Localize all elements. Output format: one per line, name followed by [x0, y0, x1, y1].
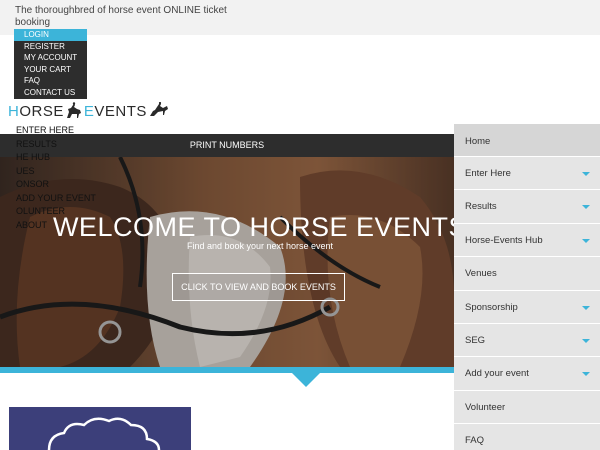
- mobile-menu-item[interactable]: HE HUB: [16, 151, 96, 165]
- chevron-down-icon: [582, 338, 590, 343]
- register-link[interactable]: REGISTER: [14, 40, 88, 53]
- mobile-menu-item[interactable]: RESULTS: [16, 138, 96, 152]
- mobile-menu-item[interactable]: UES: [16, 165, 96, 179]
- horse-rider-icon: [66, 102, 81, 118]
- faq-link[interactable]: FAQ: [14, 75, 88, 87]
- your-cart-link[interactable]: YOUR CART: [14, 63, 88, 76]
- mobile-menu-item[interactable]: ADD YOUR EVENT: [16, 192, 96, 206]
- nav-item-faq[interactable]: FAQ: [454, 424, 600, 450]
- nav-item-results[interactable]: Results: [454, 190, 600, 224]
- nav-item-home[interactable]: Home: [454, 124, 600, 157]
- cloud-outline-icon: [47, 417, 161, 450]
- mobile-menu-list: ENTER HERE RESULTS HE HUB UES ONSOR ADD …: [16, 124, 96, 232]
- nav-item-volunteer[interactable]: Volunteer: [454, 391, 600, 425]
- chevron-down-icon: [582, 305, 590, 310]
- nav-item-sponsorship[interactable]: Sponsorship: [454, 291, 600, 324]
- chevron-down-icon: [582, 238, 590, 243]
- print-numbers-label: PRINT NUMBERS: [189, 140, 265, 150]
- site-tagline: The thoroughbred of horse event ONLINE t…: [15, 5, 227, 28]
- top-bar: The thoroughbred of horse event ONLINE t…: [0, 0, 600, 35]
- nav-item-seg[interactable]: SEG: [454, 324, 600, 358]
- mobile-menu-item[interactable]: ABOUT: [16, 219, 96, 233]
- mobile-menu-item[interactable]: OLUNTEER: [16, 205, 96, 219]
- chevron-down-icon: [582, 372, 590, 377]
- mobile-menu-item[interactable]: ONSOR: [16, 178, 96, 192]
- mobile-menu-item[interactable]: ENTER HERE: [16, 124, 96, 138]
- nav-item-horse-events-hub[interactable]: Horse-Events Hub: [454, 224, 600, 258]
- user-links-menu: LOGIN REGISTER MY ACCOUNT YOUR CART FAQ …: [14, 29, 88, 99]
- view-book-events-button[interactable]: CLICK TO VIEW AND BOOK EVENTS: [172, 273, 345, 301]
- promo-banner[interactable]: [9, 407, 191, 450]
- nav-item-venues[interactable]: Venues: [454, 257, 600, 291]
- logo-text-horse: HORSE: [8, 102, 64, 120]
- my-account-link[interactable]: MY ACCOUNT: [14, 52, 88, 64]
- chevron-down-icon: [582, 172, 590, 176]
- horse-jumper-icon: [149, 102, 168, 116]
- login-link[interactable]: LOGIN: [14, 29, 88, 41]
- down-arrow-icon: [292, 373, 320, 387]
- hero-subtitle: Find and book your next horse event: [186, 241, 334, 251]
- site-logo[interactable]: HORSE EVENTS: [8, 100, 169, 122]
- chevron-down-icon: [582, 205, 590, 210]
- nav-item-add-your-event[interactable]: Add your event: [454, 357, 600, 391]
- accent-strip: [0, 367, 454, 373]
- logo-text-events: EVENTS: [83, 102, 147, 120]
- nav-item-enter-here[interactable]: Enter Here: [454, 157, 600, 191]
- side-navigation: Home Enter Here Results Horse-Events Hub…: [454, 124, 600, 450]
- contact-us-link[interactable]: CONTACT US: [14, 86, 88, 99]
